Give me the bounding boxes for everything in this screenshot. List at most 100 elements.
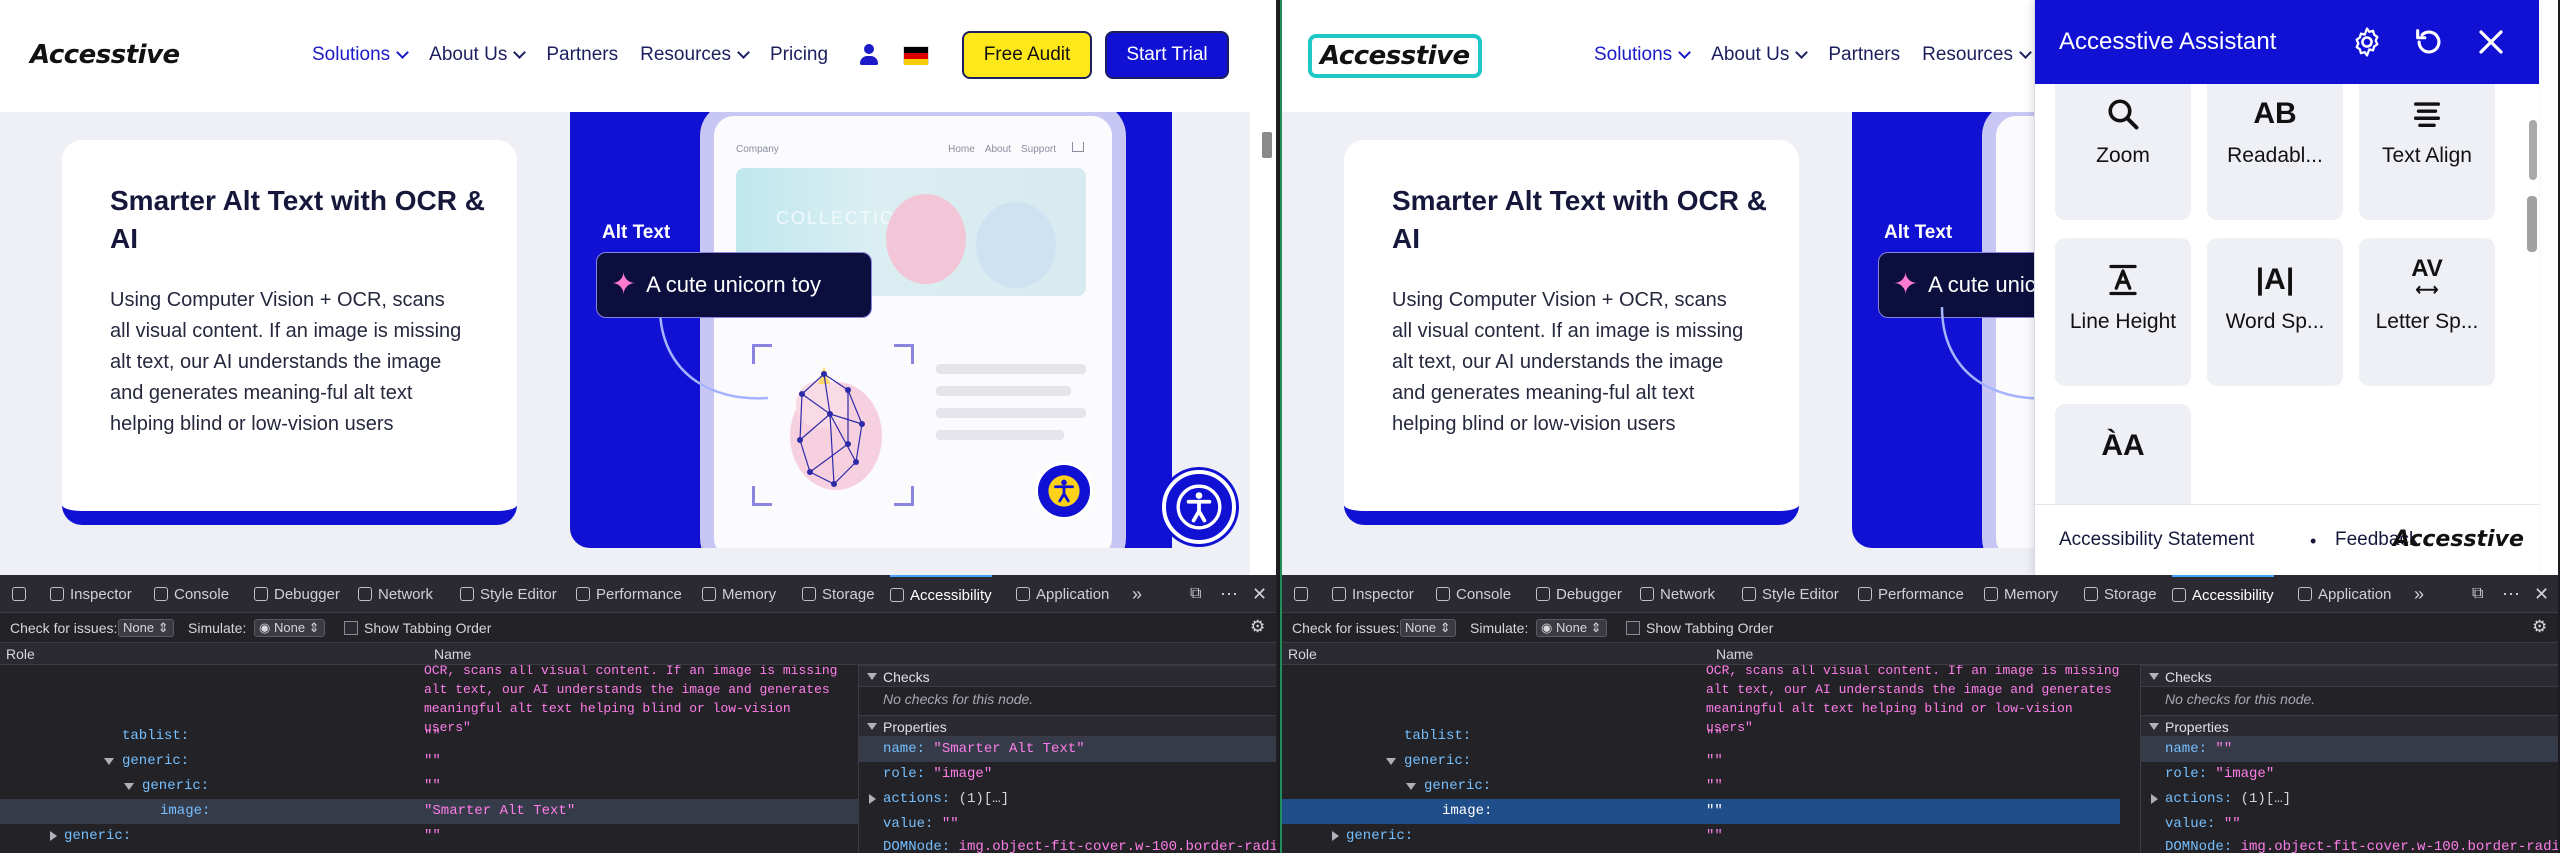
site-logo-focused[interactable]: Accesstive [1308,34,1482,78]
tab-debugger[interactable]: Debugger [254,575,340,613]
tree-row[interactable]: generic: "" [1282,749,2140,774]
tile-readable-font[interactable]: AB Readabl... [2207,84,2343,220]
assistant-footer-logo[interactable]: Accesstive [2393,527,2524,552]
close-devtools-icon[interactable]: ✕ [2534,575,2549,613]
tree-row-image[interactable]: image: "Smarter Alt Text" [0,799,858,824]
dock-icon[interactable]: ⧉ [1190,575,1201,613]
checks-header[interactable]: Checks [2141,665,2558,687]
tabbing-order-checkbox[interactable] [344,621,358,635]
settings-gear-icon[interactable] [2347,22,2387,62]
tree-row-image-selected[interactable]: image: "" [1282,799,2120,824]
more-options-icon[interactable]: ⋯ [1220,575,1238,613]
reset-icon[interactable] [2409,22,2449,62]
expand-triangle-icon[interactable] [124,783,134,790]
tab-debugger[interactable]: Debugger [1536,575,1622,613]
settings-gear-icon[interactable]: ⚙ [1250,617,1265,637]
start-trial-button[interactable]: Start Trial [1105,31,1229,79]
site-logo[interactable]: Accesstive [30,40,180,70]
tab-console[interactable]: Console [154,575,229,613]
tab-inspector[interactable]: Inspector [50,575,132,613]
tab-console[interactable]: Console [1436,575,1511,613]
tab-accessibility[interactable]: Accessibility [890,575,992,613]
german-flag-icon[interactable] [903,46,929,65]
tree-row[interactable]: generic: "" [0,774,858,799]
alt-text-value: A cute unicorn toy [646,272,822,297]
tab-network[interactable]: Network [358,575,433,613]
tree-row[interactable]: generic: "" [0,749,858,774]
tile-letter-spacing[interactable]: AV ⟷ Letter Sp... [2359,238,2495,386]
accessibility-statement-link[interactable]: Accessibility Statement [2059,529,2254,551]
tab-storage[interactable]: Storage [2084,575,2157,613]
prop-value-row[interactable]: value: "" [859,812,1276,837]
tile-font-size[interactable]: ÀA [2055,404,2191,504]
tree-row[interactable]: generic: "" [1282,774,2140,799]
nav-about[interactable]: About Us [1711,44,1809,66]
collapsed-triangle-icon[interactable] [50,831,57,841]
overflow-tabs-icon[interactable]: » [1132,575,1142,613]
collapsed-triangle-icon[interactable] [1332,831,1339,841]
tab-network[interactable]: Network [1640,575,1715,613]
tile-word-spacing[interactable]: |A| Word Sp... [2207,238,2343,386]
tile-zoom[interactable]: Zoom [2055,84,2191,220]
tab-style-editor[interactable]: Style Editor [1742,575,1839,613]
nav-about[interactable]: About Us [429,44,527,66]
pick-element-icon[interactable] [12,587,26,601]
tab-application[interactable]: Application [2298,575,2391,613]
more-options-icon[interactable]: ⋯ [2502,575,2520,613]
nav-resources[interactable]: Resources [640,44,750,66]
tab-storage[interactable]: Storage [802,575,875,613]
tree-row[interactable]: generic: "" [0,824,858,849]
settings-gear-icon[interactable]: ⚙ [2532,617,2547,637]
tab-performance[interactable]: Performance [1858,575,1964,613]
checks-header[interactable]: Checks [859,665,1276,687]
tree-row[interactable]: tablist: "" [0,724,858,749]
tree-row[interactable]: tablist: "" [1282,724,2140,749]
tab-application[interactable]: Application [1016,575,1109,613]
properties-header[interactable]: Properties [2141,715,2558,737]
prop-value-row[interactable]: value: "" [2141,812,2558,837]
overflow-tabs-icon[interactable]: » [2414,575,2424,613]
close-icon[interactable] [2471,22,2511,62]
page-scrollbar[interactable] [1262,132,1272,158]
check-issues-select[interactable]: None ⇕ [1400,619,1456,637]
tab-style-editor[interactable]: Style Editor [460,575,557,613]
tree-row[interactable]: generic: "" [1282,824,2140,849]
user-icon[interactable] [859,44,879,66]
nav-solutions[interactable]: Solutions [312,44,410,66]
free-audit-button[interactable]: Free Audit [962,31,1092,79]
prop-domnode-row[interactable]: DOMNode: img.object-fit-cover.w-100.bord… [2141,835,2558,853]
nav-solutions[interactable]: Solutions [1594,44,1692,66]
nav-resources[interactable]: Resources [1922,44,2032,66]
dock-icon[interactable]: ⧉ [2472,575,2483,613]
page-scrollbar[interactable] [2527,196,2537,252]
tab-inspector[interactable]: Inspector [1332,575,1414,613]
properties-header[interactable]: Properties [859,715,1276,737]
expand-triangle-icon[interactable] [104,758,114,765]
tab-accessibility[interactable]: Accessibility [2172,575,2274,613]
tab-memory[interactable]: Memory [1984,575,2058,613]
expand-triangle-icon[interactable] [1386,758,1396,765]
prop-role-row[interactable]: role: "image" [2141,762,2558,787]
check-issues-select[interactable]: None ⇕ [118,619,174,637]
simulate-select[interactable]: ◉ None ⇕ [254,619,325,637]
pick-element-icon[interactable] [1294,587,1308,601]
expand-triangle-icon[interactable] [1406,783,1416,790]
prop-actions-row[interactable]: actions: (1)[…] [2141,787,2558,812]
assistant-scrollbar[interactable] [2529,120,2537,180]
nav-pricing[interactable]: Pricing [770,44,828,66]
tile-line-height[interactable]: Line Height [2055,238,2191,386]
simulate-select[interactable]: ◉ None ⇕ [1536,619,1607,637]
prop-name-row[interactable]: name: "Smarter Alt Text" [859,737,1276,762]
prop-domnode-row[interactable]: DOMNode: img.object-fit-cover.w-100.bord… [859,835,1276,853]
prop-role-row[interactable]: role: "image" [859,762,1276,787]
prop-actions-row[interactable]: actions: (1)[…] [859,787,1276,812]
nav-partners[interactable]: Partners [1828,44,1900,66]
tabbing-order-checkbox[interactable] [1626,621,1640,635]
accessibility-widget-button[interactable] [1162,470,1236,544]
close-devtools-icon[interactable]: ✕ [1252,575,1267,613]
tab-memory[interactable]: Memory [702,575,776,613]
tile-text-align[interactable]: Text Align [2359,84,2495,220]
nav-partners[interactable]: Partners [546,44,618,66]
prop-name-row[interactable]: name: "" [2141,737,2558,762]
tab-performance[interactable]: Performance [576,575,682,613]
